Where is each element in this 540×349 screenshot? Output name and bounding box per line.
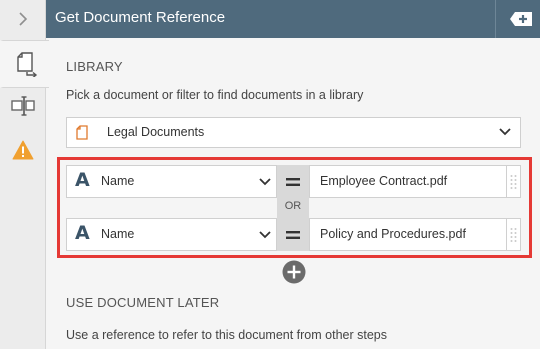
drag-dots-icon [510,175,517,189]
operator-button[interactable] [277,218,309,251]
add-circle-icon [282,260,306,284]
add-filter-button[interactable] [282,260,306,284]
left-rail [0,0,49,349]
chevron-down-icon[interactable] [258,230,272,240]
filter-value-text: Policy and Procedures.pdf [320,227,466,241]
filter-join-label: OR [284,200,302,212]
rail-item-warnings[interactable] [0,132,45,168]
add-tag-button[interactable] [508,9,534,29]
chevron-down-icon[interactable] [258,177,272,187]
rail-item-text-input[interactable] [0,88,45,124]
library-select[interactable]: Legal Documents [66,117,521,148]
filter-field-label: Name [101,174,135,188]
filter-value-input[interactable]: Employee Contract.pdf [309,165,508,198]
use-later-help-text: Use a reference to refer to this documen… [66,328,387,342]
filter-field-select[interactable]: A Name [66,165,277,198]
warning-icon [12,140,33,160]
collapse-panel-button[interactable] [0,0,45,38]
document-icon [76,125,88,140]
text-cursor-icon [10,96,35,116]
panel-title: Get Document Reference [55,9,226,26]
library-help-text: Pick a document or filter to find docume… [66,88,364,102]
filter-field-label: Name [101,227,135,241]
filter-field-select[interactable]: A Name [66,218,277,251]
filter-value-text: Employee Contract.pdf [320,174,448,188]
drag-handle[interactable] [506,165,521,198]
rail-item-document-reference[interactable] [0,40,49,88]
operator-button[interactable] [277,165,309,198]
chevron-down-icon[interactable] [498,127,512,137]
filter-value-input[interactable]: Policy and Procedures.pdf [309,218,508,251]
add-tag-icon [510,12,532,26]
equals-icon [286,177,300,186]
library-selected-value: Legal Documents [107,125,205,139]
text-field-icon: A [75,222,90,244]
library-section-label: LIBRARY [66,59,123,74]
use-later-section-label: USE DOCUMENT LATER [66,295,220,310]
drag-handle[interactable] [506,218,521,251]
document-reference-icon [17,52,38,77]
operator-column: OR [277,165,309,251]
library-icon-box [67,118,97,147]
panel-header: Get Document Reference [46,0,540,38]
header-divider [495,0,496,38]
chevron-right-icon [18,12,27,26]
drag-dots-icon [510,228,517,242]
text-field-icon: A [75,169,90,191]
equals-icon [286,230,300,239]
